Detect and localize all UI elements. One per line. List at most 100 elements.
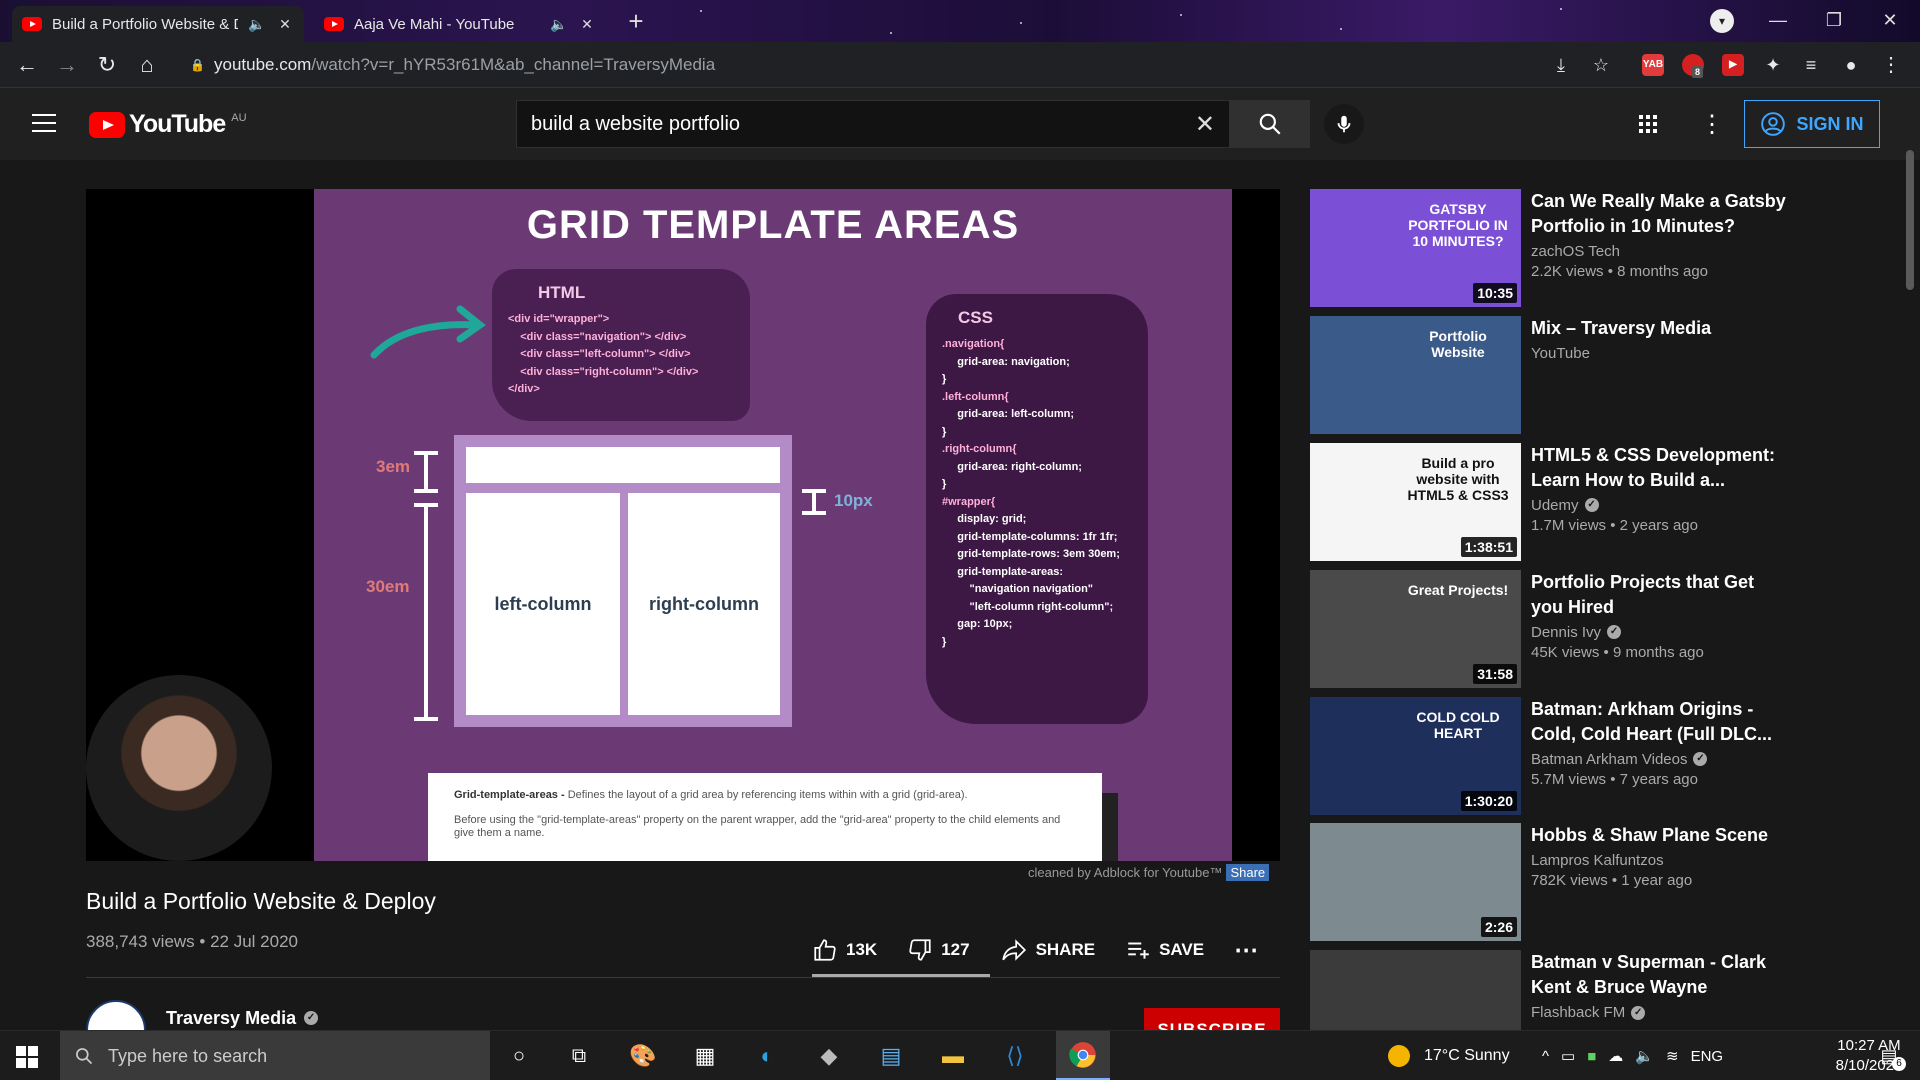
page-scrollbar[interactable] [1906, 150, 1914, 290]
ublock-extension-icon[interactable]: 8 [1682, 54, 1704, 78]
paint-app-icon[interactable]: 🎨 [626, 1039, 660, 1073]
channel-name[interactable]: Traversy Media [166, 1008, 296, 1029]
share-label: SHARE [1035, 940, 1096, 959]
video-player[interactable]: GRID TEMPLATE AREAS HTML <div id="wrappe… [86, 189, 1280, 861]
battery-icon[interactable]: ▭ [1561, 1047, 1575, 1065]
home-icon[interactable]: ⌂ [132, 50, 162, 80]
recommended-channel-name[interactable]: YouTube [1531, 345, 1590, 362]
share-arrow-icon [1001, 939, 1026, 961]
minimize-button[interactable]: — [1750, 0, 1806, 40]
recommended-video[interactable]: Portfolio Website Mix – Traversy Media You… [1310, 315, 1791, 434]
close-tab-icon[interactable]: ✕ [276, 16, 294, 33]
calculator-app-icon[interactable]: ▦ [688, 1039, 722, 1073]
browser-tab-active[interactable]: Build a Portfolio Website & D 🔈 ✕ [12, 6, 304, 42]
new-tab-button[interactable]: + [622, 8, 650, 36]
video-thumbnail[interactable]: Portfolio Website [1310, 315, 1521, 434]
game-app-icon[interactable]: ◆ [812, 1039, 846, 1073]
recommended-video[interactable]: Build a pro website with HTML5 & CSS3 1:3… [1310, 442, 1791, 561]
more-actions-icon[interactable]: ⋯ [1234, 936, 1258, 965]
recommended-video[interactable]: GATSBY PORTFOLIO IN 10 MINUTES? 10:35 Can … [1310, 189, 1790, 307]
share-button[interactable]: SHARE [1000, 937, 1096, 963]
wifi-icon[interactable]: ≋ [1666, 1047, 1679, 1065]
volume-icon[interactable]: 🔈 [1635, 1047, 1654, 1065]
thumbnail-text: COLD COLD HEART [1416, 708, 1500, 741]
bookmark-star-icon[interactable]: ☆ [1586, 50, 1616, 80]
forward-icon[interactable]: → [52, 50, 82, 80]
recommended-video[interactable]: COLD COLD HEART 1:30:20 Batman: Arkham Ori… [1310, 696, 1791, 815]
code-line: grid-template-areas: [942, 565, 1064, 578]
language-indicator[interactable]: ENG [1691, 1048, 1724, 1065]
system-tray: ^ ▭ ■ ☁ 🔈 ≋ ENG [1542, 1031, 1723, 1080]
speaker-icon[interactable]: 🔈 [248, 16, 266, 33]
weather-widget[interactable]: 17°C Sunny [1388, 1031, 1510, 1080]
address-bar[interactable]: 🔒 youtube.com/watch?v=r_hYR53r61M&ab_cha… [176, 49, 1526, 81]
video-thumbnail[interactable]: GATSBY PORTFOLIO IN 10 MINUTES? 10:35 [1310, 189, 1521, 307]
media-queue-icon[interactable]: ≡ [1796, 50, 1826, 80]
sign-in-button[interactable]: SIGN IN [1744, 100, 1880, 148]
youtube-logo[interactable]: YouTube AU [89, 110, 247, 139]
adblock-extension-icon[interactable]: YAB [1642, 54, 1664, 76]
nvidia-icon[interactable]: ■ [1587, 1048, 1596, 1065]
close-window-button[interactable]: ✕ [1862, 0, 1918, 40]
file-explorer-icon[interactable]: ▬ [936, 1039, 970, 1073]
settings-more-icon[interactable]: ⋮ [1700, 110, 1724, 139]
extensions-puzzle-icon[interactable]: ✦ [1758, 50, 1788, 80]
dislike-button[interactable]: 127 [907, 937, 970, 963]
recommended-video-title[interactable]: Can We Really Make a Gatsby Portfolio in… [1531, 189, 1791, 239]
like-button[interactable]: 13K [812, 937, 877, 963]
recommended-video-title[interactable]: Mix – Traversy Media [1531, 316, 1791, 341]
task-view-icon[interactable]: ⧉ [562, 1039, 596, 1073]
menu-icon[interactable] [32, 114, 56, 132]
edge-browser-icon[interactable]: ◐ [750, 1039, 784, 1073]
video-thumbnail[interactable]: Build a pro website with HTML5 & CSS3 1:3… [1310, 442, 1521, 561]
restore-button[interactable]: ❐ [1806, 0, 1862, 40]
clear-search-icon[interactable]: ✕ [1195, 110, 1215, 139]
chrome-taskbar-icon[interactable] [1056, 1031, 1110, 1080]
save-button[interactable]: SAVE [1125, 937, 1204, 963]
browser-tab[interactable]: Aaja Ve Mahi - YouTube 🔈 ✕ [314, 6, 606, 42]
recommended-video-meta: 1.7M views • 2 years ago [1531, 516, 1698, 534]
video-thumbnail[interactable]: 2:26 [1310, 823, 1521, 942]
youtube-extension-icon[interactable]: ▶ [1722, 54, 1744, 76]
recommended-channel-name[interactable]: zachOS Tech [1531, 243, 1620, 260]
windows-start-icon[interactable] [16, 1046, 38, 1068]
speaker-icon[interactable]: 🔈 [550, 16, 568, 33]
recommended-channel-name[interactable]: Dennis Ivy [1531, 624, 1601, 641]
recommended-video-title[interactable]: Portfolio Projects that Get you Hired [1531, 570, 1791, 620]
recommended-channel-name[interactable]: Flashback FM [1531, 1004, 1625, 1021]
notifications-icon[interactable]: ▤ 6 [1872, 1039, 1906, 1073]
close-tab-icon[interactable]: ✕ [578, 16, 596, 33]
recommended-channel-name[interactable]: Lampros Kalfuntzos [1531, 852, 1664, 869]
video-thumbnail[interactable]: Great Projects! 31:58 [1310, 569, 1521, 688]
taskbar-search[interactable]: Type here to search [60, 1031, 490, 1080]
tab-search-icon[interactable]: ▾ [1710, 9, 1734, 33]
install-app-icon[interactable]: ⤓ [1546, 50, 1576, 80]
recommended-video-title[interactable]: Hobbs & Shaw Plane Scene [1531, 823, 1791, 848]
search-input[interactable] [531, 112, 1195, 136]
slide-title: GRID TEMPLATE AREAS [526, 203, 1020, 247]
lock-icon[interactable]: 🔒 [190, 58, 205, 72]
recommended-video[interactable]: Great Projects! 31:58 Portfolio Projects t… [1310, 569, 1791, 688]
recommended-video-title[interactable]: Batman: Arkham Origins - Cold, Cold Hear… [1531, 697, 1791, 747]
back-icon[interactable]: ← [12, 50, 42, 80]
code-line: .navigation{ [942, 338, 1005, 350]
video-thumbnail[interactable]: COLD COLD HEART 1:30:20 [1310, 696, 1521, 815]
voice-search-button[interactable] [1324, 104, 1364, 144]
recommended-channel-name[interactable]: Udemy [1531, 497, 1579, 514]
apps-grid-icon[interactable] [1636, 112, 1660, 141]
vscode-icon[interactable]: ⟨⟩ [998, 1039, 1032, 1073]
recommended-channel-name[interactable]: Batman Arkham Videos [1531, 751, 1687, 768]
network-app-icon[interactable]: ▤ [874, 1039, 908, 1073]
reload-icon[interactable]: ↻ [92, 50, 122, 80]
tray-expand-icon[interactable]: ^ [1542, 1048, 1549, 1065]
onedrive-icon[interactable]: ☁ [1608, 1047, 1623, 1065]
adblock-share-link[interactable]: Share [1226, 864, 1270, 881]
recommended-video[interactable]: 2:26 Hobbs & Shaw Plane Scene Lampros Kalf… [1310, 823, 1791, 942]
video-info: Hobbs & Shaw Plane Scene Lampros Kalfuntz… [1531, 823, 1791, 889]
profile-icon[interactable]: ● [1836, 50, 1866, 80]
recommended-video-title[interactable]: HTML5 & CSS Development: Learn How to Bu… [1531, 443, 1791, 493]
cortana-icon[interactable]: ○ [502, 1039, 536, 1073]
chrome-menu-icon[interactable]: ⋮ [1876, 50, 1906, 80]
search-button[interactable] [1230, 100, 1310, 148]
recommended-video-title[interactable]: Batman v Superman - Clark Kent & Bruce W… [1531, 950, 1791, 1000]
